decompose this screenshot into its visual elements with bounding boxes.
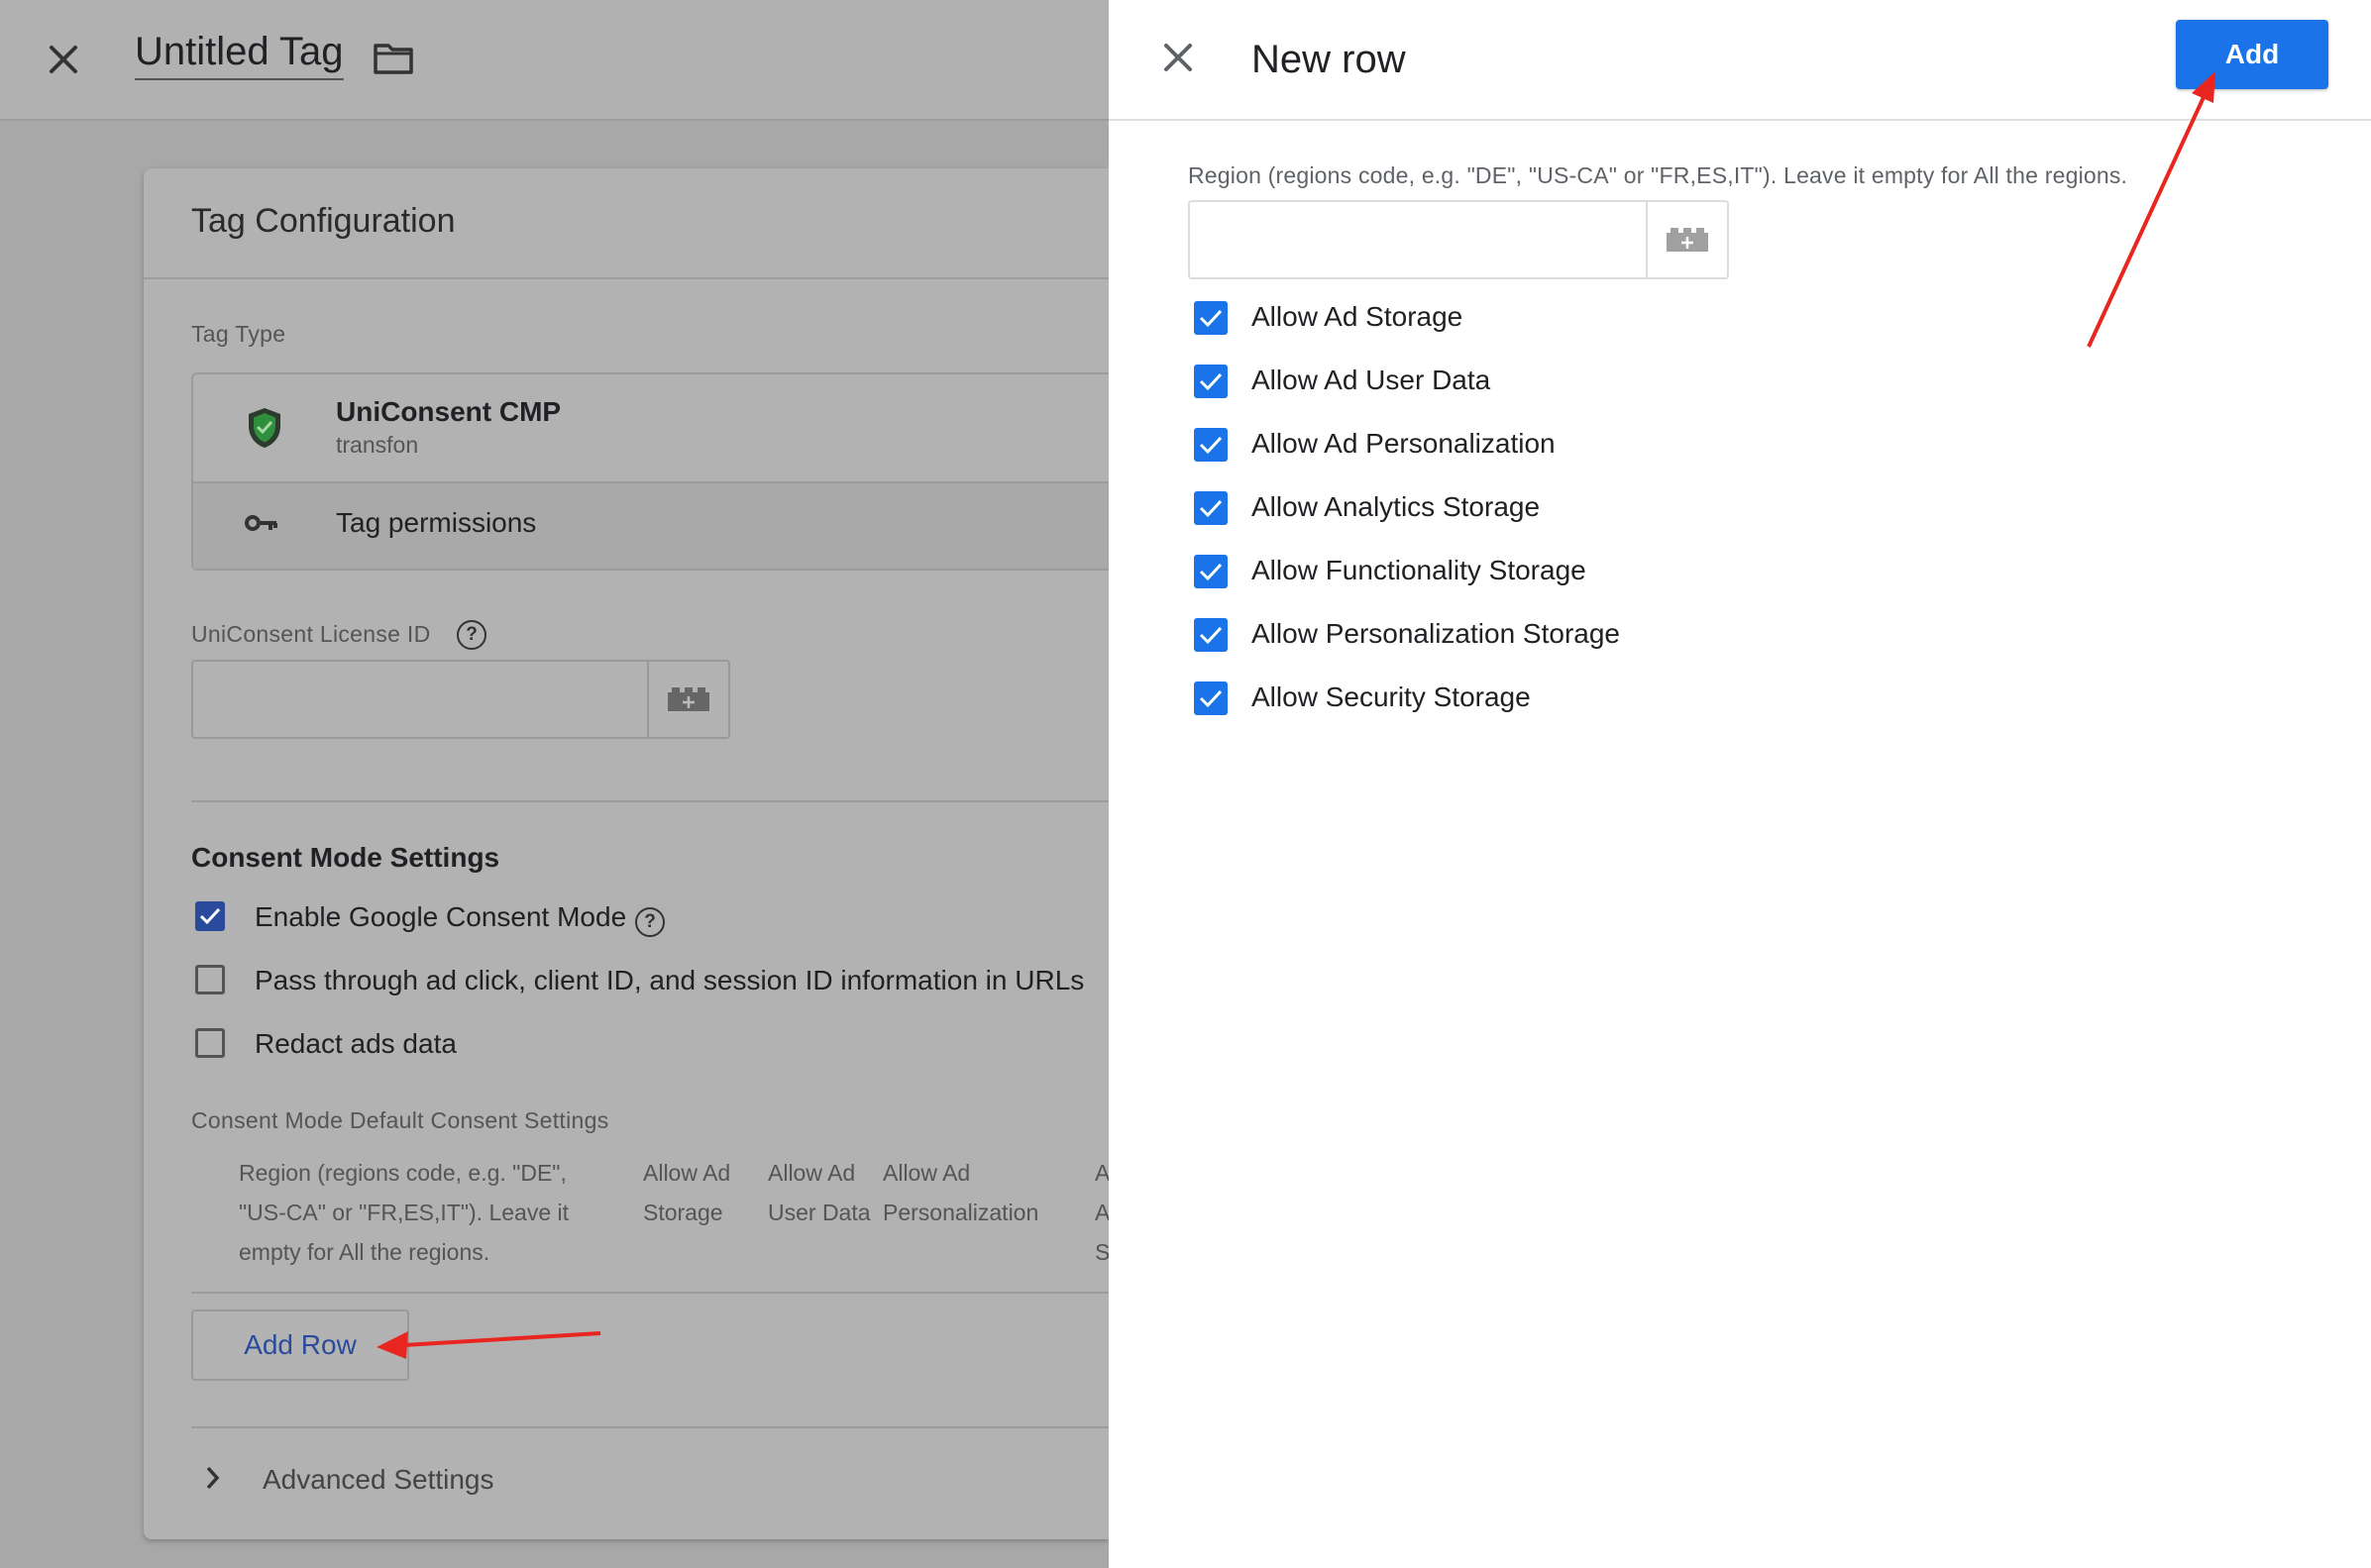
divider <box>191 1292 1109 1294</box>
region-label: Region (regions code, e.g. "DE", "US-CA"… <box>1188 162 2128 188</box>
option-label: Allow Ad User Data <box>1251 365 1491 395</box>
option-label: Allow Ad Personalization <box>1251 428 1556 459</box>
divider <box>191 800 1109 802</box>
shield-icon <box>249 408 280 448</box>
divider <box>144 277 1109 279</box>
tag-permissions-label: Tag permissions <box>336 507 537 538</box>
help-icon[interactable]: ? <box>635 907 665 937</box>
variable-brick-icon <box>1667 228 1708 252</box>
tag-configuration-card: Tag Configuration Tag Type UniConsent CM… <box>144 168 1111 1539</box>
variable-picker-button[interactable] <box>1646 202 1727 277</box>
panel-header: New row Add <box>1109 0 2371 121</box>
add-button[interactable]: Add <box>2176 20 2328 89</box>
tag-title[interactable]: Untitled Tag <box>135 30 344 80</box>
option-label: Allow Ad Storage <box>1251 301 1463 332</box>
tag-editor-header: Untitled Tag <box>0 0 1109 121</box>
redact-ads-checkbox[interactable] <box>195 1028 225 1058</box>
allow-personalization-storage-checkbox[interactable] <box>1194 618 1228 652</box>
key-icon <box>245 515 277 531</box>
license-id-input[interactable] <box>191 660 730 739</box>
tag-type-name: UniConsent CMP <box>336 396 562 427</box>
column-header-ad-personalization: Allow Ad Personalization <box>883 1160 1039 1225</box>
allow-ad-user-data-checkbox[interactable] <box>1194 365 1228 398</box>
column-header-ad-user-data: Allow Ad User Data <box>768 1160 871 1225</box>
allow-ad-personalization-checkbox[interactable] <box>1194 428 1228 462</box>
chevron-right-icon[interactable] <box>203 1464 223 1492</box>
add-row-button[interactable]: Add Row <box>191 1309 409 1381</box>
consent-section-title: Consent Mode Settings <box>191 842 500 873</box>
region-input[interactable] <box>1188 200 1729 279</box>
checkbox-label: Redact ads data <box>255 1028 457 1059</box>
checkbox-label: Pass through ad click, client ID, and se… <box>255 965 1085 995</box>
tag-type-selector[interactable]: UniConsent CMP transfon Tag permissions <box>191 372 1111 571</box>
variable-brick-icon <box>668 687 709 711</box>
divider <box>191 1426 1109 1428</box>
option-label: Allow Analytics Storage <box>1251 491 1541 522</box>
close-icon[interactable] <box>1156 36 1200 79</box>
enable-consent-mode-checkbox[interactable] <box>195 901 225 931</box>
tag-type-label: Tag Type <box>191 321 286 347</box>
help-icon[interactable]: ? <box>457 620 486 650</box>
license-id-label: UniConsent License ID <box>191 621 431 647</box>
folder-icon[interactable] <box>373 42 414 75</box>
tag-type-vendor: transfon <box>336 432 419 458</box>
new-row-panel: New row Add Region (regions code, e.g. "… <box>1109 0 2371 1568</box>
allow-analytics-storage-checkbox[interactable] <box>1194 491 1228 525</box>
advanced-settings-toggle[interactable]: Advanced Settings <box>263 1464 494 1496</box>
panel-title: New row <box>1251 38 1406 81</box>
allow-security-storage-checkbox[interactable] <box>1194 681 1228 715</box>
tag-editor-background: Untitled Tag Tag Configuration Tag Type … <box>0 0 1111 1568</box>
close-icon[interactable] <box>42 38 85 81</box>
option-label: Allow Security Storage <box>1251 681 1531 712</box>
add-row-label: Add Row <box>244 1329 357 1360</box>
allow-functionality-storage-checkbox[interactable] <box>1194 555 1228 588</box>
card-title: Tag Configuration <box>191 202 456 240</box>
option-label: Allow Personalization Storage <box>1251 618 1620 649</box>
default-consent-label: Consent Mode Default Consent Settings <box>191 1107 609 1133</box>
column-header-region: Region (regions code, e.g. "DE", "US-CA" … <box>239 1160 570 1265</box>
checkbox-label: Enable Google Consent Mode <box>255 901 627 932</box>
option-label: Allow Functionality Storage <box>1251 555 1586 585</box>
pass-through-checkbox[interactable] <box>195 965 225 994</box>
allow-ad-storage-checkbox[interactable] <box>1194 301 1228 335</box>
column-header-ad-storage: Allow Ad Storage <box>643 1160 731 1225</box>
variable-picker-button[interactable] <box>647 662 728 737</box>
tag-permissions-row[interactable]: Tag permissions <box>193 483 1111 569</box>
